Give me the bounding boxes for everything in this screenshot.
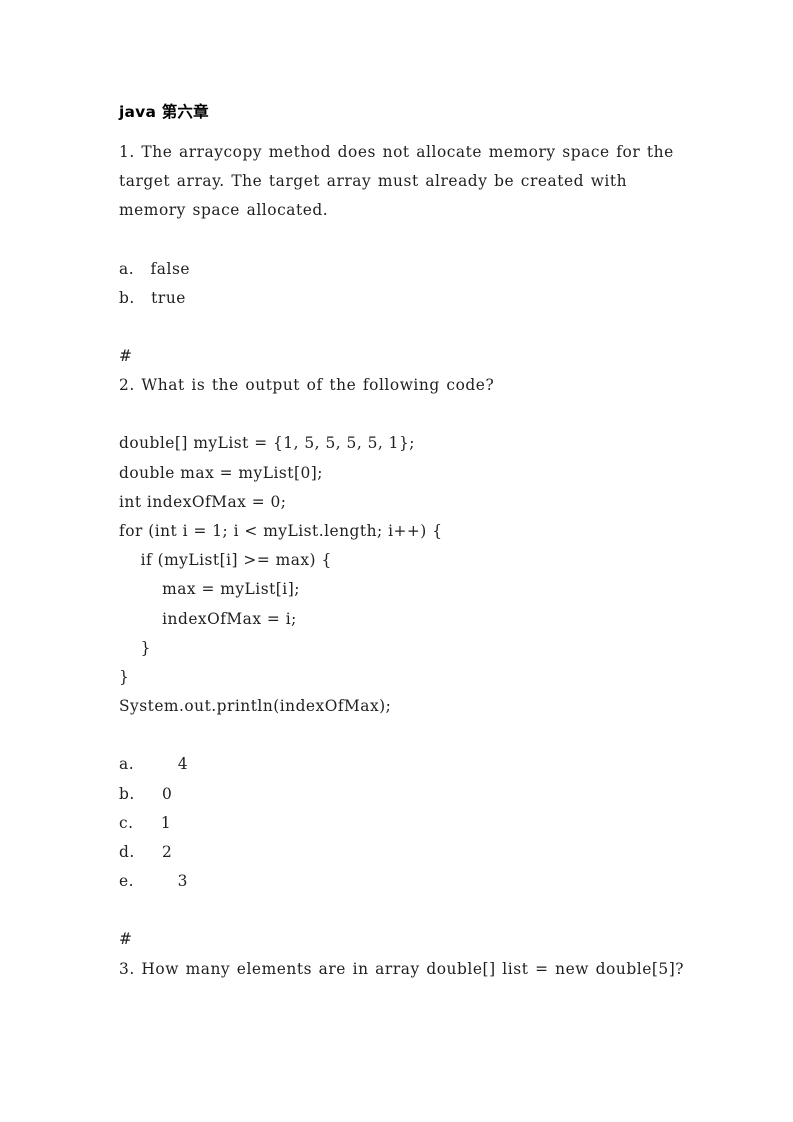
question-1-option-a[interactable]: a. false — [119, 255, 685, 284]
code-line: int indexOfMax = 0; — [119, 492, 287, 511]
question-2-option-a[interactable]: a. 4 — [119, 750, 685, 779]
code-line: System.out.println(indexOfMax); — [119, 697, 392, 716]
code-line: double max = myList[0]; — [119, 463, 323, 482]
code-line: if (myList[i] >= max) { — [119, 551, 332, 570]
section-separator-1: # — [119, 347, 133, 366]
question-2-option-d[interactable]: d. 2 — [119, 838, 685, 867]
question-2-option-e[interactable]: e. 3 — [119, 867, 685, 896]
code-line: for (int i = 1; i < myList.length; i++) … — [119, 522, 443, 541]
page-title: java 第六章 — [119, 103, 209, 121]
code-line: indexOfMax = i; — [119, 609, 297, 628]
question-2-code-block: double[] myList = {1, 5, 5, 5, 5, 1}; do… — [119, 429, 685, 721]
code-line: double[] myList = {1, 5, 5, 5, 5, 1}; — [119, 434, 415, 453]
question-2-option-c[interactable]: c. 1 — [119, 809, 685, 838]
code-line: } — [119, 668, 130, 687]
question-2-text: 2. What is the output of the following c… — [119, 376, 495, 395]
document-body: java 第六章 1. The arraycopy method does no… — [119, 100, 685, 984]
question-1-option-b[interactable]: b. true — [119, 284, 685, 313]
question-3-text: 3. How many elements are in array double… — [119, 959, 685, 978]
question-2-option-b[interactable]: b. 0 — [119, 780, 685, 809]
question-1-text: 1. The arraycopy method does not allocat… — [119, 143, 674, 220]
document-page: java 第六章 1. The arraycopy method does no… — [0, 0, 793, 1122]
section-separator-2: # — [119, 930, 133, 949]
code-line: max = myList[i]; — [119, 580, 300, 599]
code-line: } — [119, 638, 151, 657]
